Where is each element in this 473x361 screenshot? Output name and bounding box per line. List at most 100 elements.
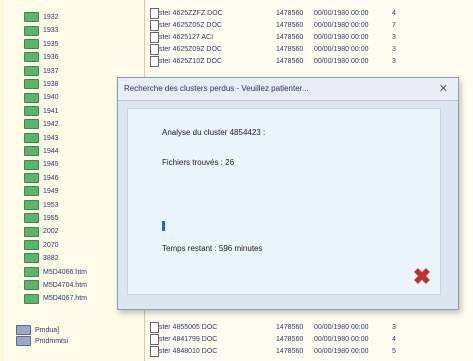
folder-icon — [24, 226, 39, 237]
tree-folder-item[interactable]: 1942 — [24, 119, 59, 130]
file-date: 00/00/1980 00:00 — [314, 324, 369, 331]
file-row[interactable]: cluster 4625Z09Z DOC 1478560 00/00/1980 00… — [146, 44, 473, 55]
tree-folder-item[interactable]: 1940 — [24, 92, 59, 103]
file-row[interactable]: cluster 4625127 ACI 1478560 00/00/1980 00:… — [146, 32, 473, 43]
dialog-title: Recherche des clusters perdus - Veuillez… — [124, 84, 309, 93]
folder-icon — [24, 239, 39, 250]
tree-folder-label: 1943 — [43, 134, 59, 142]
file-row[interactable]: cluster 4625Z05Z DOC 1478560 00/00/1980 00… — [146, 20, 473, 31]
tree-folder-item[interactable]: 1953 — [24, 199, 59, 211]
file-date: 00/00/1980 00:00 — [314, 34, 369, 41]
tree-folder-item[interactable]: 1936 — [24, 52, 59, 63]
file-size: 1478560 — [276, 336, 304, 343]
tree-folder-item[interactable]: 1955 — [24, 213, 59, 224]
tree-folder-label: 1932 — [43, 14, 59, 21]
file-row[interactable]: cluster 4848010 DOC 1478560 00/00/1980 00:… — [146, 346, 473, 357]
progress-bar — [162, 221, 166, 231]
folder-icon — [24, 105, 39, 116]
file-flag: 7 — [392, 22, 396, 29]
tree-folder-label: M5D4067.htm — [43, 295, 87, 303]
file-row[interactable]: cluster 4625Z10Z DOC 1478560 00/00/1980 00… — [146, 56, 473, 67]
file-name: cluster 4625Z10Z DOC — [150, 56, 222, 67]
tree-folder-item[interactable]: M5D4704.htm — [24, 280, 87, 291]
file-date: 00/00/1980 00:00 — [314, 22, 369, 29]
tree-folder-item[interactable]: 2002 — [24, 226, 59, 237]
file-row[interactable]: cluster 4841799 DOC 1478560 00/00/1980 00:… — [146, 334, 473, 345]
tree-folder-label: 1944 — [43, 148, 59, 155]
folder-icon — [24, 266, 39, 277]
tree-folder-label: 1933 — [43, 27, 59, 35]
tree-folder-label: 1940 — [43, 94, 59, 102]
file-row[interactable]: cluster 4855005 DOC 1478560 00/00/1980 00:… — [146, 322, 473, 333]
file-name: cluster 4848010 DOC — [150, 346, 217, 357]
tree-folder-label: 1942 — [43, 121, 59, 129]
tree-folder-item[interactable]: M5D4066.htm — [24, 266, 87, 278]
file-flag: 3 — [392, 58, 396, 65]
document-icon — [150, 44, 159, 55]
files-found-text: Fichiers trouvés : 26 — [162, 158, 235, 167]
tree-folder-item[interactable]: 1941 — [24, 105, 59, 117]
tree-folder-label: M5D4704.htm — [43, 282, 87, 289]
cancel-x-icon[interactable]: ✖ — [412, 266, 432, 288]
tree-folder-item[interactable]: 1937 — [24, 65, 59, 77]
file-date: 00/00/1980 00:00 — [314, 58, 369, 65]
file-date: 00/00/1980 00:00 — [314, 46, 369, 53]
tree-folder-item[interactable]: 2070 — [24, 239, 59, 251]
file-name-text: cluster 4625Z05Z DOC — [150, 22, 222, 29]
tree-folder-label: 1953 — [43, 201, 59, 209]
tree-folder-item[interactable]: 1945 — [24, 159, 59, 170]
file-name: cluster 4625Z09Z DOC — [150, 44, 222, 55]
folder-icon — [24, 79, 39, 90]
drive-icon — [16, 336, 31, 347]
folder-icon — [24, 280, 39, 291]
folder-icon — [24, 213, 39, 224]
folder-icon — [24, 199, 39, 210]
tree-folder-item[interactable]: 1933 — [24, 25, 59, 36]
tree-folder-item[interactable]: 1932 — [24, 12, 59, 23]
file-flag: 3 — [392, 46, 396, 53]
file-size: 1478560 — [276, 10, 304, 17]
tree-folder-label: 1941 — [43, 107, 59, 115]
file-date: 00/00/1980 00:00 — [314, 10, 369, 17]
folder-icon — [24, 119, 39, 130]
tree-drive-item[interactable]: Pmdua] — [16, 325, 59, 336]
folder-icon — [24, 253, 39, 264]
tree-drive-item[interactable]: Pmdmmtsi — [16, 336, 68, 347]
file-name-text: cluster 4855005 DOC — [150, 324, 218, 331]
document-icon — [150, 32, 159, 43]
tree-folder-item[interactable]: 1938 — [24, 79, 59, 90]
file-size: 1478560 — [276, 46, 304, 53]
document-icon — [150, 56, 159, 67]
file-size: 1478560 — [276, 348, 304, 355]
file-name-text: cluster 4848010 DOC — [150, 348, 218, 355]
file-date: 00/00/1980 00:00 — [314, 348, 369, 355]
file-row[interactable]: cluster 4625ZZFZ DOC 1478560 00/00/1980 00… — [146, 8, 473, 19]
tree-folder-label: 1946 — [43, 174, 59, 182]
progress-dialog: Recherche des clusters perdus - Veuillez… — [117, 77, 459, 310]
file-name: cluster 4625ZZFZ DOC — [150, 8, 223, 19]
file-date: 00/00/1980 00:00 — [314, 336, 369, 343]
dialog-titlebar[interactable]: Recherche des clusters perdus - Veuillez… — [118, 78, 458, 101]
file-name-text: cluster 4625127 ACI — [150, 34, 214, 41]
tree-folder-item[interactable]: 1944 — [24, 146, 59, 157]
file-flag: 5 — [392, 348, 396, 355]
tree-folder-item[interactable]: M5D4067.htm — [24, 293, 87, 304]
file-name: cluster 4625127 ACI — [150, 32, 213, 43]
folder-icon — [24, 159, 39, 170]
file-flag: 4 — [392, 336, 396, 343]
tree-folder-item[interactable]: 3882 — [24, 253, 59, 264]
tree-folder-item[interactable]: 1935 — [24, 38, 59, 50]
tree-folder-item[interactable]: 1949 — [24, 186, 59, 197]
time-remaining-text: Temps restant : 596 minutes — [162, 244, 263, 253]
file-name-text: cluster 4625Z09Z DOC — [150, 46, 222, 53]
folder-icon — [24, 172, 39, 183]
file-name: cluster 4625Z05Z DOC — [150, 20, 222, 31]
tree-folder-item[interactable]: 1943 — [24, 132, 59, 144]
close-icon[interactable]: ✕ — [439, 82, 448, 95]
folder-icon — [24, 293, 39, 304]
dialog-content: Analyse du cluster 4854423 : Fichiers tr… — [127, 108, 441, 295]
tree-folder-label: 1937 — [43, 67, 59, 75]
tree-folder-item[interactable]: 1946 — [24, 172, 59, 184]
tree-folder-label: 1936 — [43, 54, 59, 62]
file-flag: 4 — [392, 10, 396, 17]
